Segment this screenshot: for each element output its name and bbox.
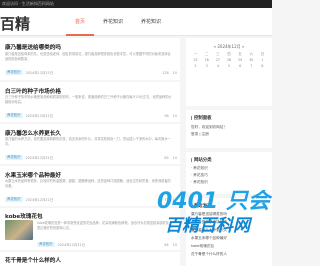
post-title[interactable]: 康乃馨怎么水养更长久 bbox=[5, 129, 61, 137]
post-card[interactable]: 水果玉米哪个品种最好 水果玉米的品种有很多，比较好的有金银栗、超甜、甜脆等品种，… bbox=[0, 166, 180, 206]
recent-post-link[interactable]: 花千骨是个什么样的人 bbox=[191, 252, 227, 257]
category-tag[interactable]: 养花知识 bbox=[37, 242, 55, 247]
post-title[interactable]: 康乃馨是送给哪类的吗 bbox=[5, 43, 61, 51]
site-logo[interactable]: 百精 bbox=[0, 13, 30, 34]
post-excerpt: 康乃馨是送给母亲的花，也是送给老师、朋友的常用花，康乃馨品种很多颜色也很丰富，可… bbox=[5, 52, 171, 61]
widget-title: 网站分类 bbox=[191, 157, 212, 163]
category-tag[interactable]: 养花知识 bbox=[5, 70, 23, 75]
weekday-label: 三 bbox=[216, 52, 220, 56]
login-register-link[interactable]: 登录 | 注册 bbox=[191, 132, 209, 137]
category-tag[interactable]: 养花知识 bbox=[5, 155, 23, 160]
comment-count: 10 bbox=[172, 155, 177, 160]
calendar-day[interactable]: 28 bbox=[223, 58, 234, 62]
post-date: 2024年12月31日 bbox=[57, 243, 85, 247]
comment-count: 10 bbox=[172, 113, 177, 118]
post-meta: 养花知识 2024年12月31日 64 10 bbox=[37, 242, 177, 247]
nav-home[interactable]: 首页 bbox=[66, 8, 95, 36]
calendar-day[interactable]: 1 bbox=[257, 58, 268, 62]
calendar-day[interactable]: 29 bbox=[235, 58, 246, 62]
calendar-day[interactable]: 6 bbox=[235, 64, 246, 68]
post-date: 2024年12月31日 bbox=[25, 114, 53, 118]
watermark-line-2: 百精百科网 bbox=[165, 216, 250, 236]
post-excerpt: 水果玉米的品种有很多，比较好的有金银栗、超甜、甜脆等品种，这些品种口感甜脆，适合… bbox=[5, 179, 171, 188]
post-excerpt: 康乃馨的水养方法，首先要选择新鲜的花枝，剪去多余的叶片，并将花枝斜剪一刀，然后插… bbox=[5, 137, 171, 146]
post-card[interactable]: kobe玫瑰花包 kobe玫瑰花包是一种非常受欢迎的花包品种，花朵饱满颜色鲜艳，… bbox=[0, 208, 180, 250]
main-nav: 首页 养花知识 养花知识 bbox=[66, 8, 170, 36]
post-title[interactable]: kobe玫瑰花包 bbox=[5, 212, 43, 220]
post-date: 2024年12月31日 bbox=[25, 71, 53, 75]
calendar-day[interactable]: 8 bbox=[257, 64, 268, 68]
calendar-day[interactable]: 5 bbox=[223, 64, 234, 68]
weekday-label: 一 bbox=[193, 52, 198, 56]
calendar-day[interactable]: 4 bbox=[212, 64, 223, 68]
category-tag[interactable]: 养花知识 bbox=[5, 197, 23, 202]
view-count: 96 bbox=[164, 113, 169, 118]
weekday-label: 日 bbox=[260, 52, 265, 56]
post-excerpt: kobe玫瑰花包是一种非常受欢迎的花包品种，花朵饱满颜色鲜艳，适合作为礼物送给亲… bbox=[37, 221, 173, 230]
nav-flower-knowledge[interactable]: 养花知识 bbox=[94, 8, 132, 36]
post-card[interactable]: 花千骨是个什么样的人 bbox=[0, 252, 180, 266]
calendar-widget: « 2024年12月 » 一 二 三 四 五 六 日 25 26 27 28 2… bbox=[186, 38, 272, 106]
weekday-label: 五 bbox=[238, 52, 242, 56]
post-thumbnail[interactable] bbox=[5, 220, 33, 240]
widget-title: 控制面板 bbox=[191, 115, 212, 121]
weekday-label: 六 bbox=[249, 52, 253, 56]
weekday-label: 四 bbox=[227, 52, 231, 56]
category-link[interactable]: · 养花知识 bbox=[191, 180, 208, 185]
post-card[interactable]: 康乃馨怎么水养更长久 康乃馨的水养方法，首先要选择新鲜的花枝，剪去多余的叶片，并… bbox=[0, 124, 180, 164]
post-meta: 养花知识 2024年12月31日 96 10 bbox=[5, 113, 177, 118]
post-meta: 养花知识 2024年12月31日 128 10 bbox=[5, 70, 177, 75]
calendar-day[interactable]: 2 bbox=[190, 64, 201, 68]
calendar-day[interactable]: 3 bbox=[201, 64, 212, 68]
view-count: 85 bbox=[164, 155, 169, 160]
category-link[interactable]: · 养花技巧 bbox=[191, 173, 208, 178]
post-card[interactable]: 白三叶的种子市场价格 白三叶种子的市场价格受到品种和质量的影响，一般来说，普通品… bbox=[0, 82, 180, 122]
post-title[interactable]: 白三叶的种子市场价格 bbox=[5, 87, 61, 95]
calendar-day[interactable]: 7 bbox=[246, 64, 257, 68]
post-meta: 养花知识 2024年12月31日 85 10 bbox=[5, 155, 177, 160]
calendar-month[interactable]: « 2024年12月 » bbox=[186, 44, 272, 50]
category-link[interactable]: · 养花知识 bbox=[191, 166, 208, 171]
welcome-widget: 控制面板 您好，欢迎到访网站！ 登录 | 注册 bbox=[186, 110, 272, 148]
weekday-label: 二 bbox=[205, 52, 209, 56]
post-card[interactable]: 康乃馨是送给哪类的吗 康乃馨是送给母亲的花，也是送给老师、朋友的常用花，康乃馨品… bbox=[0, 38, 180, 80]
watermark-line-1: 0401 只会 bbox=[157, 190, 270, 214]
calendar-day[interactable]: 26 bbox=[201, 58, 212, 62]
calendar-grid: 一 二 三 四 五 六 日 25 26 27 28 29 30 1 2 3 4 … bbox=[190, 51, 268, 68]
post-title[interactable]: 花千骨是个什么样的人 bbox=[5, 256, 61, 264]
post-date: 2024年12月31日 bbox=[25, 198, 53, 202]
calendar-day[interactable]: 25 bbox=[190, 58, 201, 62]
site-watermark: 0401 只会 百精百科网 bbox=[157, 190, 272, 240]
post-meta: 养花知识 2024年12月31日 77 10 bbox=[5, 197, 177, 202]
welcome-text: 您好，欢迎到访网站！ bbox=[191, 125, 227, 129]
post-title[interactable]: 水果玉米哪个品种最好 bbox=[5, 171, 61, 179]
view-count: 128 bbox=[162, 70, 169, 75]
category-tag[interactable]: 养花知识 bbox=[5, 113, 23, 118]
calendar-day[interactable]: 27 bbox=[212, 58, 223, 62]
comment-count: 10 bbox=[172, 70, 177, 75]
category-widget: 网站分类 · 养花知识 · 养花技巧 · 养花知识 bbox=[186, 152, 272, 194]
comment-count: 10 bbox=[172, 242, 177, 247]
top-bar: 欢迎访问 · 生活新知百科网站 bbox=[0, 0, 272, 8]
site-header: 百精 首页 养花知识 养花知识 bbox=[0, 8, 272, 36]
nav-flower-tips[interactable]: 养花知识 bbox=[132, 8, 170, 36]
calendar-day[interactable]: 30 bbox=[246, 58, 257, 62]
post-date: 2024年12月31日 bbox=[25, 156, 53, 160]
view-count: 64 bbox=[164, 242, 169, 247]
post-excerpt: 白三叶种子的市场价格受到品种和质量的影响，一般来说，普通品种的白三叶种子价格在每… bbox=[5, 95, 172, 104]
recent-post-link[interactable]: kobe玫瑰花包 bbox=[191, 244, 214, 249]
